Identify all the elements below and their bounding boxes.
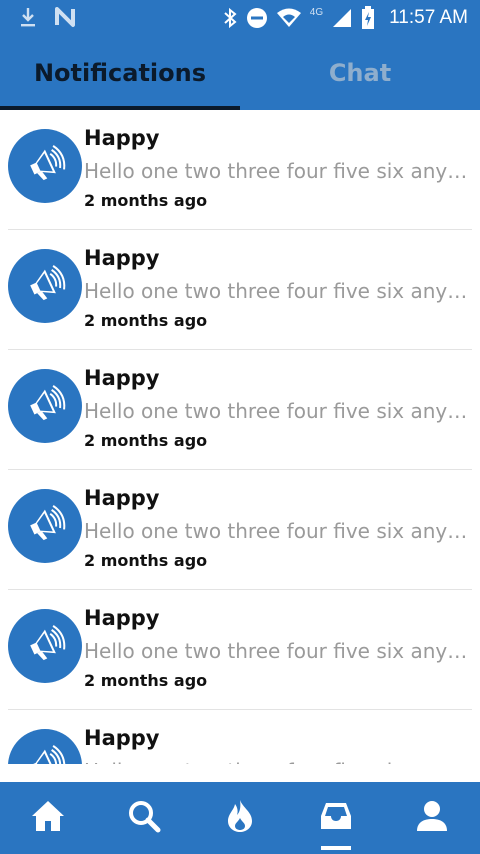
notification-avatar: [8, 609, 82, 683]
do-not-disturb-icon: [246, 7, 268, 29]
notification-message: Hello one two three four five six any…: [84, 519, 468, 543]
notification-avatar: [8, 249, 82, 323]
notification-title: Happy: [84, 486, 160, 510]
notification-title: Happy: [84, 126, 160, 150]
bottom-navigation: [0, 782, 480, 854]
fire-icon: [225, 798, 255, 838]
bluetooth-icon: [222, 7, 238, 29]
profile-icon: [414, 798, 450, 838]
status-bar: 4G 11:57 AM: [0, 0, 480, 36]
megaphone-icon: [23, 382, 67, 430]
notification-item[interactable]: Happy Hello one two three four five six a…: [0, 590, 480, 710]
signal-icon: [331, 7, 353, 29]
battery-icon: [361, 6, 375, 30]
notification-avatar: [8, 489, 82, 563]
megaphone-icon: [23, 742, 67, 764]
notification-time: 2 months ago: [84, 671, 208, 690]
nav-home[interactable]: [0, 782, 96, 854]
notification-message: Hello one two three four five six any…: [84, 639, 468, 663]
notification-message: Hello one two three four five six any…: [84, 759, 470, 764]
notification-time: 2 months ago: [84, 311, 208, 330]
wifi-icon: [276, 7, 302, 29]
megaphone-icon: [23, 502, 67, 550]
tab-chat[interactable]: Chat: [240, 36, 480, 110]
search-icon: [126, 798, 162, 838]
notification-message: Hello one two three four five six any…: [84, 159, 468, 183]
nav-trending[interactable]: [192, 782, 288, 854]
download-icon: [18, 6, 38, 28]
notification-item[interactable]: Happy Hello one two three four five six a…: [0, 470, 480, 590]
inbox-icon: [318, 798, 354, 838]
megaphone-icon: [23, 142, 67, 190]
notification-item[interactable]: Happy Hello one two three four five six a…: [0, 710, 480, 764]
tab-bar: Notifications Chat: [0, 36, 480, 110]
notification-message: Hello one two three four five six any…: [84, 399, 468, 423]
notification-avatar: [8, 729, 82, 764]
home-icon: [30, 798, 66, 838]
tab-notifications[interactable]: Notifications: [0, 36, 240, 110]
nav-search[interactable]: [96, 782, 192, 854]
n-app-icon: [54, 6, 76, 28]
megaphone-icon: [23, 622, 67, 670]
notification-item[interactable]: Happy Hello one two three four five six a…: [0, 110, 480, 230]
notification-title: Happy: [84, 366, 160, 390]
notification-avatar: [8, 129, 82, 203]
nav-profile[interactable]: [384, 782, 480, 854]
notification-title: Happy: [84, 246, 160, 270]
notification-title: Happy: [84, 726, 160, 750]
nav-inbox[interactable]: [288, 782, 384, 854]
notification-avatar: [8, 369, 82, 443]
notification-time: 2 months ago: [84, 431, 208, 450]
notification-list[interactable]: Happy Hello one two three four five six a…: [0, 110, 480, 764]
megaphone-icon: [23, 262, 67, 310]
network-type-label: 4G: [309, 6, 324, 18]
notification-time: 2 months ago: [84, 551, 208, 570]
notification-time: 2 months ago: [84, 191, 208, 210]
notification-message: Hello one two three four five six any…: [84, 279, 468, 303]
app-root: 4G 11:57 AM Notifications Chat Happy Hell…: [0, 0, 480, 854]
status-time: 11:57 AM: [389, 7, 468, 28]
notification-item[interactable]: Happy Hello one two three four five six a…: [0, 230, 480, 350]
notification-item[interactable]: Happy Hello one two three four five six a…: [0, 350, 480, 470]
notification-title: Happy: [84, 606, 160, 630]
